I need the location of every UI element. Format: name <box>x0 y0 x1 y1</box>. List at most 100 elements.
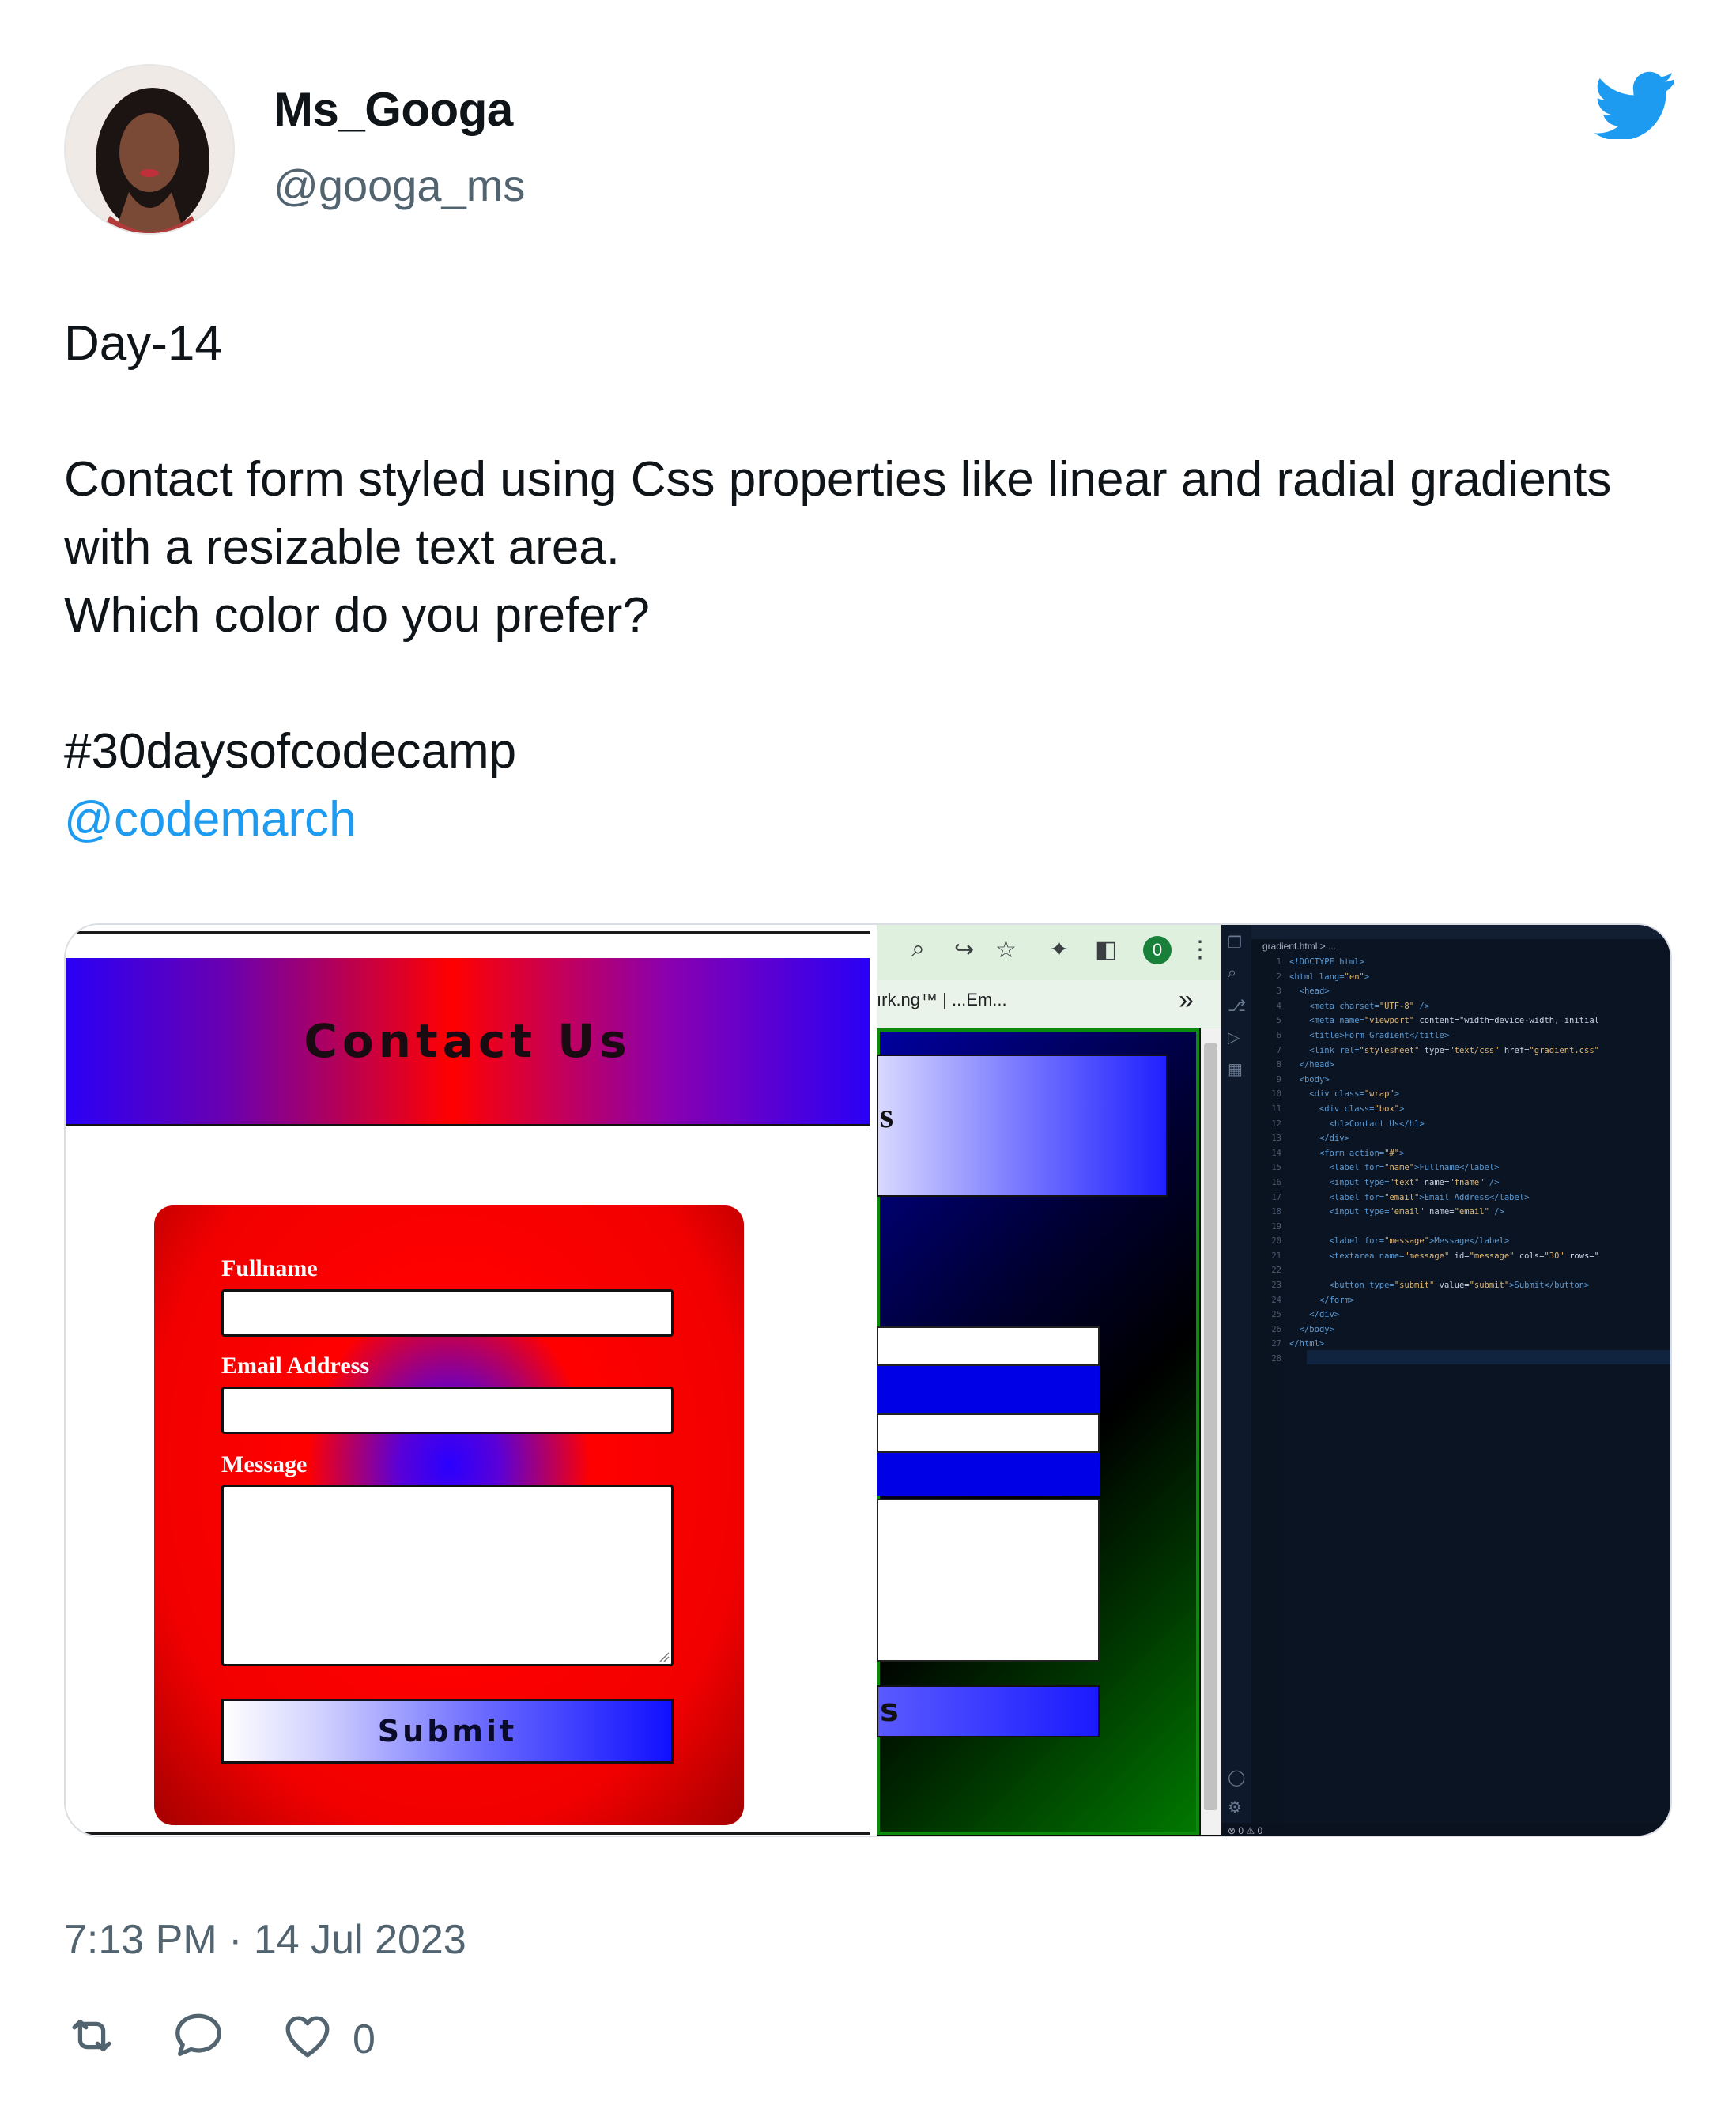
code-line[interactable]: 2 <html lang="en"> <box>1259 970 1599 985</box>
bookmark-item[interactable]: ırk.ng™ | ...Em... <box>877 990 1007 1010</box>
page-input[interactable] <box>877 1413 1100 1453</box>
bookmarks-overflow[interactable]: » <box>1179 985 1194 1016</box>
code-line[interactable]: 9 <body> <box>1259 1073 1599 1088</box>
extensions-icon[interactable]: ▦ <box>1228 1059 1245 1078</box>
code-token: type= <box>1419 1045 1450 1055</box>
editor-tabs[interactable] <box>1251 925 1670 939</box>
code-line[interactable]: 28 <box>1259 1352 1599 1367</box>
code-line[interactable]: 22 <box>1259 1263 1599 1278</box>
resize-handle-icon[interactable] <box>657 1650 670 1662</box>
code-line[interactable]: 10 <div class="wrap"> <box>1259 1087 1599 1102</box>
share-icon[interactable]: ↪ <box>954 936 974 964</box>
status-bar[interactable]: ⊗ 0 ⚠ 0 <box>1221 1823 1670 1836</box>
code-line[interactable]: 18 <input type="email" name="email" /> <box>1259 1205 1599 1220</box>
timestamp[interactable]: 7:13 PM · 14 Jul 2023 <box>64 1916 466 1964</box>
code-tag: /> <box>1484 1177 1500 1187</box>
display-name[interactable]: Ms_Googa <box>274 82 513 137</box>
line-number: 12 <box>1271 1119 1281 1129</box>
search-icon[interactable]: ⌕ <box>1228 964 1245 982</box>
handle[interactable]: @googa_ms <box>274 160 525 211</box>
tweet-line-question: Which color do you prefer? <box>64 588 650 643</box>
code-line[interactable]: 3 <head> <box>1259 984 1599 999</box>
code-line[interactable]: 24 </form> <box>1259 1293 1599 1308</box>
extensions-icon[interactable]: ✦ <box>1049 936 1069 964</box>
code-line[interactable]: 5 <meta name="viewport" content="width=d… <box>1259 1013 1599 1028</box>
page-gradient-band <box>877 1453 1100 1496</box>
page-textarea[interactable] <box>877 1499 1100 1662</box>
retweet-icon[interactable] <box>64 2008 119 2063</box>
like-count: 0 <box>353 2017 376 2062</box>
reply-icon[interactable] <box>171 2008 226 2063</box>
code-tag: </form> <box>1319 1295 1355 1305</box>
code-string: "message" <box>1469 1251 1515 1261</box>
code-tag: <div class= <box>1319 1104 1375 1114</box>
breadcrumb[interactable]: gradient.html > ... <box>1262 941 1336 952</box>
fullname-input[interactable] <box>221 1289 674 1337</box>
account-icon[interactable]: ◯ <box>1228 1768 1245 1787</box>
code-line[interactable]: 1 <!DOCTYPE html> <box>1259 955 1599 970</box>
code-line[interactable]: 21 <textarea name="message" id="message"… <box>1259 1249 1599 1264</box>
code-tag: <head> <box>1299 987 1330 997</box>
twitter-bird-icon[interactable] <box>1594 71 1676 141</box>
code-string: "fname" <box>1449 1177 1485 1187</box>
mention-link[interactable]: @codemarch <box>64 786 1669 854</box>
explorer-icon[interactable]: ❐ <box>1228 933 1245 952</box>
code-line[interactable]: 11 <div class="box"> <box>1259 1102 1599 1117</box>
line-number: 3 <box>1276 987 1281 997</box>
code-line[interactable]: 27 </html> <box>1259 1337 1599 1352</box>
avatar[interactable] <box>64 64 235 235</box>
code-string: "wrap" <box>1364 1089 1394 1100</box>
code-line[interactable]: 26 </body> <box>1259 1322 1599 1338</box>
code-line[interactable]: 7 <link rel="stylesheet" type="text/css"… <box>1259 1043 1599 1058</box>
code-tag: > <box>1364 972 1370 982</box>
code-string: "email" <box>1384 1192 1420 1202</box>
code-tag: <!DOCTYPE html> <box>1289 957 1364 967</box>
code-line[interactable]: 4 <meta charset="UTF-8" /> <box>1259 999 1599 1014</box>
line-number: 20 <box>1271 1236 1281 1247</box>
menu-icon[interactable]: ⋮ <box>1188 936 1212 964</box>
side-panel-icon[interactable]: ◧ <box>1095 936 1117 964</box>
line-number: 10 <box>1271 1089 1281 1100</box>
code-string: "en" <box>1344 972 1364 982</box>
message-textarea[interactable] <box>221 1485 674 1666</box>
settings-gear-icon[interactable]: ⚙ <box>1228 1798 1245 1817</box>
zoom-icon[interactable]: ⌕ <box>911 936 925 963</box>
submit-button[interactable]: Submit <box>221 1699 674 1764</box>
code-tag: /> <box>1489 1207 1504 1217</box>
code-line[interactable]: 14 <form action="#"> <box>1259 1146 1599 1161</box>
source-control-icon[interactable]: ⎇ <box>1228 996 1246 1015</box>
star-icon[interactable]: ☆ <box>995 936 1017 964</box>
code-string: "text/css" <box>1449 1045 1500 1055</box>
line-number: 18 <box>1271 1207 1281 1217</box>
line-number: 19 <box>1271 1221 1281 1232</box>
code-line[interactable]: 12 <h1>Contact Us</h1> <box>1259 1117 1599 1132</box>
code-text[interactable]: 1 <!DOCTYPE html> 2 <html lang="en"> 3 <head… <box>1259 955 1599 1367</box>
line-number: 28 <box>1271 1354 1281 1364</box>
code-line[interactable]: 23 <button type="submit" value="submit">… <box>1259 1278 1599 1293</box>
media-image[interactable]: Contact Us Fullname Email Address Messag… <box>64 923 1672 1837</box>
run-debug-icon[interactable]: ▷ <box>1228 1028 1245 1047</box>
code-line[interactable]: 13 </div> <box>1259 1131 1599 1146</box>
page-input[interactable] <box>877 1326 1100 1366</box>
like-icon[interactable] <box>280 2008 335 2063</box>
line-number: 5 <box>1276 1016 1281 1026</box>
code-line[interactable]: 16 <input type="text" name="fname" /> <box>1259 1175 1599 1190</box>
page-submit-button[interactable]: s <box>877 1685 1100 1737</box>
code-line[interactable]: 20 <label for="message">Message</label> <box>1259 1234 1599 1249</box>
email-input[interactable] <box>221 1387 674 1434</box>
code-line[interactable]: 6 <title>Form Gradient</title> <box>1259 1028 1599 1043</box>
code-line[interactable]: 25 </div> <box>1259 1307 1599 1322</box>
hashtag-link[interactable]: #30daysofcodecamp <box>64 718 1669 786</box>
code-line[interactable]: 17 <label for="email">Email Address</lab… <box>1259 1190 1599 1205</box>
code-line[interactable]: 19 <box>1259 1220 1599 1235</box>
scrollbar-thumb[interactable] <box>1204 1043 1217 1810</box>
code-line[interactable]: 8 </head> <box>1259 1058 1599 1073</box>
code-line[interactable]: 15 <label for="name">Fullname</label> <box>1259 1160 1599 1175</box>
profile-avatar[interactable]: 0 <box>1143 936 1172 964</box>
